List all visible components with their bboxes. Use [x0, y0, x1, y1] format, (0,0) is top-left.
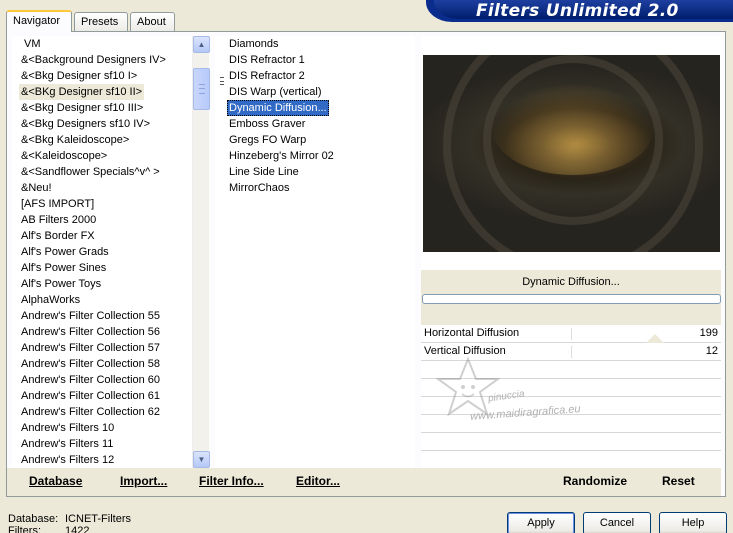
reset-button[interactable]: Reset [662, 474, 695, 488]
filter-item[interactable]: DIS Warp (vertical) [227, 84, 324, 100]
category-item[interactable]: &<Kaleidoscope> [19, 148, 109, 164]
category-item[interactable]: Andrew's Filter Collection 55 [19, 308, 162, 324]
filter-name-label: Dynamic Diffusion... [522, 276, 620, 288]
filters-status: Filters: 1422 [8, 525, 89, 533]
category-item[interactable]: &<Background Designers IV> [19, 52, 168, 68]
filter-item[interactable]: Diamonds [227, 36, 281, 52]
category-scrollbar[interactable]: ▲ ▼ [192, 36, 210, 468]
filters-status-value: 1422 [65, 525, 90, 533]
category-item[interactable]: Andrew's Filter Collection 58 [19, 356, 162, 372]
database-status-label: Database: [8, 513, 59, 525]
scroll-up-button[interactable]: ▲ [193, 36, 210, 53]
preview-image [423, 55, 720, 252]
category-item[interactable]: AlphaWorks [19, 292, 82, 308]
category-item[interactable]: Andrew's Filter Collection 61 [19, 388, 162, 404]
category-item[interactable]: Andrew's Filters 12 [19, 452, 116, 468]
category-item[interactable]: Andrew's Filters 11 [19, 436, 115, 452]
category-item[interactable]: Andrew's Filter Collection 60 [19, 372, 162, 388]
category-item[interactable]: Andrew's Filter Collection 62 [19, 404, 162, 420]
category-item[interactable]: &<BKg Designer sf10 II> [19, 84, 145, 100]
param-row-horizontal[interactable]: Horizontal Diffusion 199 [421, 325, 721, 343]
category-item[interactable]: &<Bkg Designer sf10 I> [19, 68, 139, 84]
filter-item[interactable]: Hinzeberg's Mirror 02 [227, 148, 336, 164]
import-button[interactable]: Import... [120, 474, 167, 488]
filter-item[interactable]: Dynamic Diffusion... [227, 100, 329, 116]
slider-pointer-icon[interactable] [646, 334, 664, 343]
category-item[interactable]: Alf's Border FX [19, 228, 97, 244]
param-value[interactable]: 12 [706, 345, 718, 357]
param-label: Horizontal Diffusion [424, 327, 520, 339]
scroll-down-button[interactable]: ▼ [193, 451, 210, 468]
tab-presets[interactable]: Presets [74, 12, 128, 31]
drag-grip-icon [220, 77, 224, 85]
editor-button[interactable]: Editor... [296, 474, 340, 488]
preview-glow [493, 85, 653, 175]
watermark-star-icon [436, 357, 500, 417]
param-value[interactable]: 199 [700, 327, 718, 339]
title-banner: Filters Unlimited 2.0 [426, 0, 733, 22]
category-item[interactable]: &<Bkg Designers sf10 IV> [19, 116, 152, 132]
randomize-button[interactable]: Randomize [563, 474, 627, 488]
category-item[interactable]: VM [22, 36, 43, 52]
category-item[interactable]: &<Sandflower Specials^v^ > [19, 164, 162, 180]
progress-bar [422, 294, 721, 304]
filter-item[interactable]: MirrorChaos [227, 180, 292, 196]
database-status: Database: ICNET-Filters [8, 513, 131, 525]
category-item[interactable]: Alf's Power Sines [19, 260, 108, 276]
database-button[interactable]: Database [29, 474, 82, 488]
filter-info-button[interactable]: Filter Info... [199, 474, 264, 488]
tab-about[interactable]: About [130, 12, 175, 31]
filter-item[interactable]: DIS Refractor 1 [227, 52, 307, 68]
param-label: Vertical Diffusion [424, 345, 506, 357]
filter-list[interactable]: Diamonds DIS Refractor 1 DIS Refractor 2 DI… [215, 36, 415, 468]
category-item[interactable]: &<Bkg Designer sf10 III> [19, 100, 145, 116]
param-row-empty [421, 451, 721, 469]
category-item[interactable]: Andrew's Filter Collection 57 [19, 340, 162, 356]
param-tick [571, 346, 572, 358]
category-item[interactable]: AB Filters 2000 [19, 212, 98, 228]
app-title: Filters Unlimited 2.0 [476, 1, 679, 21]
category-list[interactable]: VM &<Background Designers IV> &<Bkg Design… [12, 36, 209, 468]
category-item[interactable]: [AFS IMPORT] [19, 196, 96, 212]
param-tick [571, 328, 572, 340]
category-item[interactable]: &Neu! [19, 180, 54, 196]
filter-item[interactable]: DIS Refractor 2 [227, 68, 307, 84]
scroll-thumb[interactable] [193, 68, 210, 110]
category-item[interactable]: Andrew's Filters 10 [19, 420, 116, 436]
filters-status-label: Filters: [8, 525, 41, 533]
category-item[interactable]: Alf's Power Toys [19, 276, 103, 292]
bottom-toolbar: Database Import... Filter Info... Editor… [7, 468, 721, 496]
cancel-button[interactable]: Cancel [583, 512, 651, 533]
category-item[interactable]: &<Bkg Kaleidoscope> [19, 132, 131, 148]
category-item[interactable]: Andrew's Filter Collection 56 [19, 324, 162, 340]
tab-navigator[interactable]: Navigator [6, 10, 72, 32]
category-item[interactable]: Alf's Power Grads [19, 244, 111, 260]
param-row-empty [421, 433, 721, 451]
filter-item[interactable]: Line Side Line [227, 164, 301, 180]
param-row-empty [421, 415, 721, 433]
filter-item[interactable]: Gregs FO Warp [227, 132, 308, 148]
help-button[interactable]: Help [659, 512, 727, 533]
apply-button[interactable]: Apply [507, 512, 575, 533]
database-status-value: ICNET-Filters [65, 513, 131, 525]
filter-item[interactable]: Emboss Graver [227, 116, 307, 132]
